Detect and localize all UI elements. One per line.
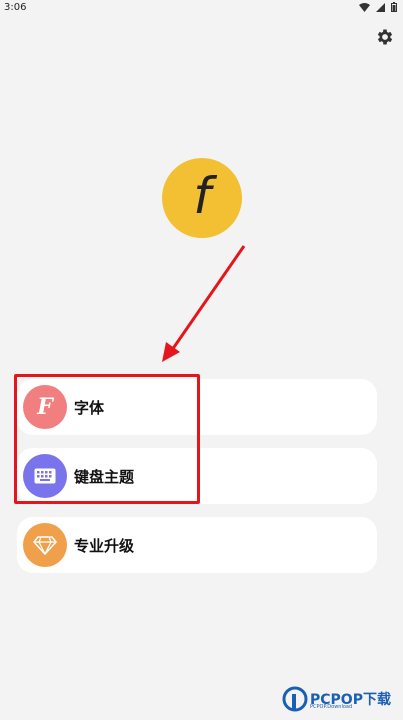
watermark-subtext: PCPOP.Download [310,704,353,710]
annotation-arrow [162,245,246,362]
diamond-icon [23,523,67,567]
annotation-highlight-box [14,374,200,504]
pcpop-logo-icon [282,686,308,712]
watermark: PCPOP下载 PCPOP.Download [282,686,391,712]
menu-item-label: 专业升级 [74,537,135,555]
menu-item-pro-upgrade[interactable]: 专业升级 [17,517,377,573]
